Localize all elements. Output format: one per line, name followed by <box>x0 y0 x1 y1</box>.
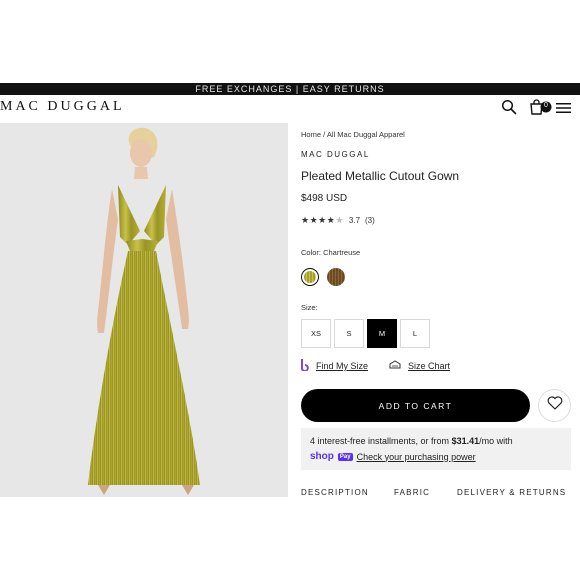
rating-value: 3.7 <box>348 216 361 225</box>
menu-icon[interactable] <box>556 101 571 113</box>
shop-pay-logo: shop <box>310 451 334 462</box>
swatch-fill <box>304 271 316 283</box>
product-title: Pleated Metallic Cutout Gown <box>301 169 460 183</box>
product-image[interactable] <box>0 123 288 497</box>
breadcrumb-home[interactable]: Home <box>301 130 321 139</box>
heart-icon <box>547 396 563 415</box>
wishlist-button[interactable] <box>538 389 571 422</box>
installments-suffix: /mo with <box>479 436 513 446</box>
size-s-button[interactable]: S <box>334 319 364 348</box>
breadcrumb-separator: / <box>323 130 326 139</box>
cart-icon[interactable]: 0 <box>529 99 553 115</box>
star-icon: ★ <box>318 215 327 225</box>
star-icon: ★ <box>309 215 319 225</box>
color-label: Color: Chartreuse <box>301 248 361 257</box>
cart-count-badge: 0 <box>544 102 548 109</box>
star-icon: ★ <box>301 215 310 225</box>
rating[interactable]: ★★★★★ 3.7 (3) <box>301 215 375 226</box>
color-swatch-bronze[interactable] <box>327 268 345 286</box>
find-my-size-icon <box>301 359 310 373</box>
review-count[interactable]: (3) <box>365 216 375 225</box>
promo-banner: FREE EXCHANGES | EASY RETURNS <box>0 83 580 95</box>
rating-stars: ★★★★★ <box>301 215 344 226</box>
product-brand[interactable]: MAC DUGGAL <box>301 150 370 159</box>
star-icon: ★ <box>335 215 344 225</box>
size-links: Find My Size Size Chart <box>301 359 450 373</box>
size-l-button[interactable]: L <box>400 319 430 348</box>
site-logo[interactable]: MAC DUGGAL <box>0 99 125 115</box>
size-chart-icon <box>388 360 402 372</box>
add-to-cart-button[interactable]: ADD TO CART <box>301 389 530 422</box>
size-m-button[interactable]: M <box>367 319 397 348</box>
breadcrumb-category[interactable]: All Mac Duggal Apparel <box>327 130 405 139</box>
product-price: $498 USD <box>301 193 348 204</box>
shoppay-row: shop Pay Check your purchasing power <box>310 451 476 462</box>
installment-amount: $31.41 <box>451 436 480 446</box>
installments-text: 4 interest-free installments, or from $3… <box>310 436 513 446</box>
size-label: Size: <box>301 303 318 312</box>
color-swatch-chartreuse[interactable] <box>301 268 319 286</box>
tab-description[interactable]: DESCRIPTION <box>301 488 369 497</box>
tab-fabric[interactable]: FABRIC <box>394 488 430 497</box>
shop-pay-badge: Pay <box>337 452 353 461</box>
shoppay-installments: 4 interest-free installments, or from $3… <box>301 428 571 470</box>
search-icon[interactable] <box>501 99 517 115</box>
installments-prefix: 4 interest-free installments, or from <box>310 436 452 446</box>
size-chart-link[interactable]: Size Chart <box>408 361 450 371</box>
tab-delivery-returns[interactable]: DELIVERY & RETURNS <box>457 488 566 497</box>
size-xs-button[interactable]: XS <box>301 319 331 348</box>
find-my-size-link[interactable]: Find My Size <box>316 361 368 371</box>
breadcrumb: Home / All Mac Duggal Apparel <box>301 130 405 139</box>
purchasing-power-link[interactable]: Check your purchasing power <box>357 452 476 462</box>
